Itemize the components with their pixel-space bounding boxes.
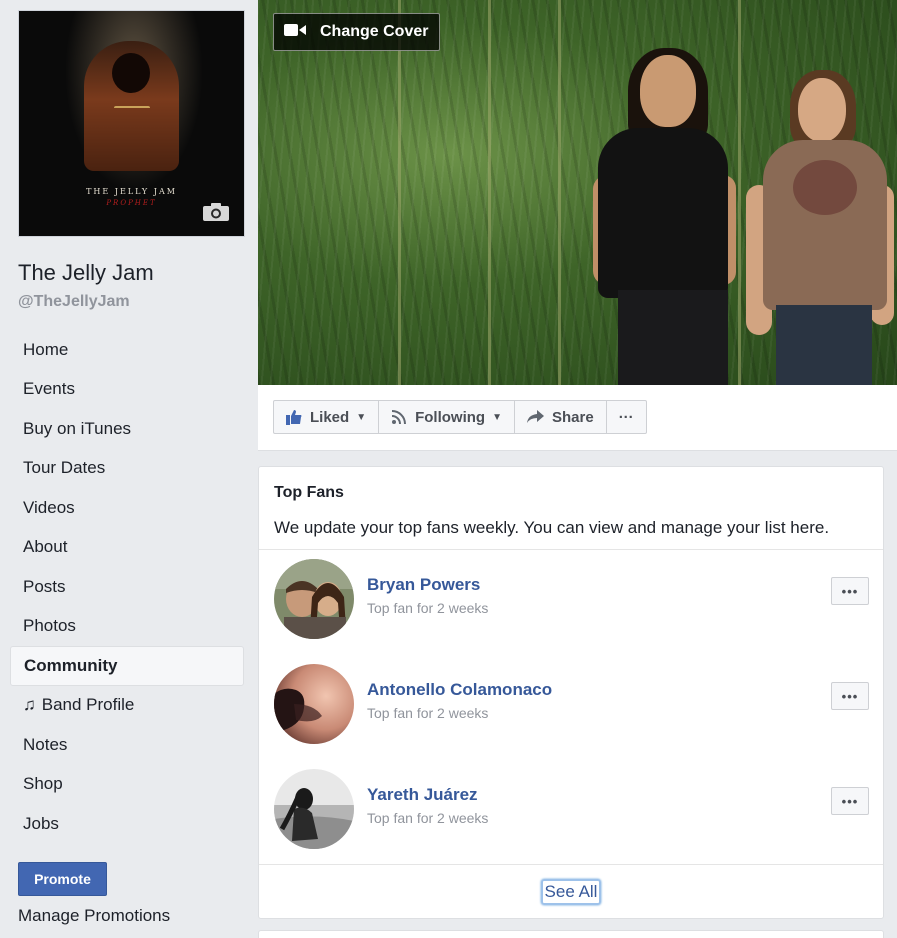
following-label: Following xyxy=(415,408,486,426)
band-member-face xyxy=(798,78,846,142)
chevron-down-icon: ▼ xyxy=(356,411,367,423)
fan-meta: Top fan for 2 weeks xyxy=(367,810,489,826)
sidebar-item-label: Tour Dates xyxy=(23,458,106,478)
sidebar-item-photos[interactable]: Photos xyxy=(10,607,244,647)
sidebar-item-notes[interactable]: Notes xyxy=(10,725,244,765)
list-item: Antonello Colamonaco Top fan for 2 weeks… xyxy=(274,664,869,746)
camera-icon[interactable] xyxy=(202,202,230,222)
top-fans-description: We update your top fans weekly. You can … xyxy=(274,518,830,537)
list-item: Bryan Powers Top fan for 2 weeks ••• xyxy=(274,559,869,641)
video-camera-icon xyxy=(284,23,306,42)
avatar[interactable] xyxy=(274,664,354,744)
sidebar-item-home[interactable]: Home xyxy=(10,330,244,370)
left-sidebar: THE JELLY JAM PROPHET The Jelly Jam @The… xyxy=(0,0,258,938)
rss-feed-icon xyxy=(391,409,407,425)
sidebar-item-events[interactable]: Events xyxy=(10,370,244,410)
sidebar-item-community[interactable]: Community xyxy=(10,646,244,686)
sidebar-item-jobs[interactable]: Jobs xyxy=(10,804,244,844)
list-item: Yareth Juárez Top fan for 2 weeks ••• xyxy=(274,769,869,851)
fan-options-button[interactable]: ••• xyxy=(831,787,869,815)
share-arrow-icon xyxy=(526,410,544,424)
share-button[interactable]: Share xyxy=(513,400,607,434)
sidebar-item-label: Community xyxy=(24,655,118,675)
sidebar-item-label: Jobs xyxy=(23,813,59,833)
page-handle[interactable]: @TheJellyJam xyxy=(18,293,130,311)
share-label: Share xyxy=(551,408,594,426)
more-options-label: ··· xyxy=(618,408,634,426)
liked-button[interactable]: Liked ▼ xyxy=(273,400,380,434)
sidebar-item-band-profile[interactable]: ♫ Band Profile xyxy=(10,686,244,726)
band-member-pants xyxy=(776,305,872,385)
sidebar-item-tour-dates[interactable]: Tour Dates xyxy=(10,449,244,489)
bamboo-stalk xyxy=(398,0,401,385)
sidebar-item-label: Home xyxy=(23,339,69,359)
manage-promotions-link[interactable]: Manage Promotions xyxy=(18,906,170,926)
band-member-pants xyxy=(618,290,728,385)
divider xyxy=(259,549,883,550)
thumbs-up-icon xyxy=(286,409,302,425)
sidebar-item-label: Band Profile xyxy=(41,695,135,715)
sidebar-item-posts[interactable]: Posts xyxy=(10,567,244,607)
fan-options-button[interactable]: ••• xyxy=(831,682,869,710)
band-member-face xyxy=(640,55,696,127)
sidebar-item-label: Buy on iTunes xyxy=(23,418,132,438)
next-card xyxy=(258,930,884,938)
fan-name[interactable]: Yareth Juárez xyxy=(367,785,478,805)
sidebar-item-label: Shop xyxy=(23,774,63,794)
band-member-shirt xyxy=(598,128,728,298)
see-all-button[interactable]: See All xyxy=(541,879,601,905)
sidebar-item-videos[interactable]: Videos xyxy=(10,488,244,528)
shirt-print xyxy=(793,160,857,215)
hood-shadow xyxy=(112,53,150,93)
fan-meta: Top fan for 2 weeks xyxy=(367,705,489,721)
sidebar-item-label: Videos xyxy=(23,497,75,517)
scales-artwork xyxy=(114,106,150,134)
sidebar-item-label: Events xyxy=(23,379,75,399)
page-name[interactable]: The Jelly Jam xyxy=(18,260,154,286)
fan-name[interactable]: Antonello Colamonaco xyxy=(367,680,552,700)
chevron-down-icon: ▼ xyxy=(492,411,502,423)
bamboo-stalk xyxy=(558,0,561,385)
sidebar-item-shop[interactable]: Shop xyxy=(10,765,244,805)
top-fans-card: Top Fans We update your top fans weekly.… xyxy=(258,466,884,919)
change-cover-label: Change Cover xyxy=(320,23,429,40)
profile-picture[interactable]: THE JELLY JAM PROPHET xyxy=(18,10,245,237)
following-button[interactable]: Following ▼ xyxy=(378,400,515,434)
change-cover-button[interactable]: Change Cover xyxy=(273,13,440,51)
sidebar-item-label: Posts xyxy=(23,576,66,596)
page-action-bar: Liked ▼ Following ▼ Share ··· xyxy=(258,385,897,451)
action-button-group: Liked ▼ Following ▼ Share ··· xyxy=(273,400,647,434)
bamboo-stalk xyxy=(488,0,491,385)
sidebar-item-about[interactable]: About xyxy=(10,528,244,568)
sidebar-item-buy-on-itunes[interactable]: Buy on iTunes xyxy=(10,409,244,449)
music-note-icon: ♫ xyxy=(23,695,36,715)
sidebar-item-label: About xyxy=(23,537,68,557)
fan-name[interactable]: Bryan Powers xyxy=(367,575,480,595)
page-nav: Home Events Buy on iTunes Tour Dates Vid… xyxy=(10,330,244,844)
liked-label: Liked xyxy=(310,408,350,426)
fan-options-button[interactable]: ••• xyxy=(831,577,869,605)
avatar[interactable] xyxy=(274,769,354,849)
sidebar-item-label: Notes xyxy=(23,734,68,754)
cover-photo[interactable]: Change Cover xyxy=(258,0,897,385)
bamboo-stalk xyxy=(738,0,741,385)
top-fans-title: Top Fans xyxy=(274,484,344,501)
divider xyxy=(259,864,883,865)
avatar[interactable] xyxy=(274,559,354,639)
sidebar-item-label: Photos xyxy=(23,616,76,636)
fan-meta: Top fan for 2 weeks xyxy=(367,600,489,616)
more-options-button[interactable]: ··· xyxy=(605,400,647,434)
promote-button[interactable]: Promote xyxy=(18,862,107,896)
album-art-title: THE JELLY JAM xyxy=(86,187,177,196)
